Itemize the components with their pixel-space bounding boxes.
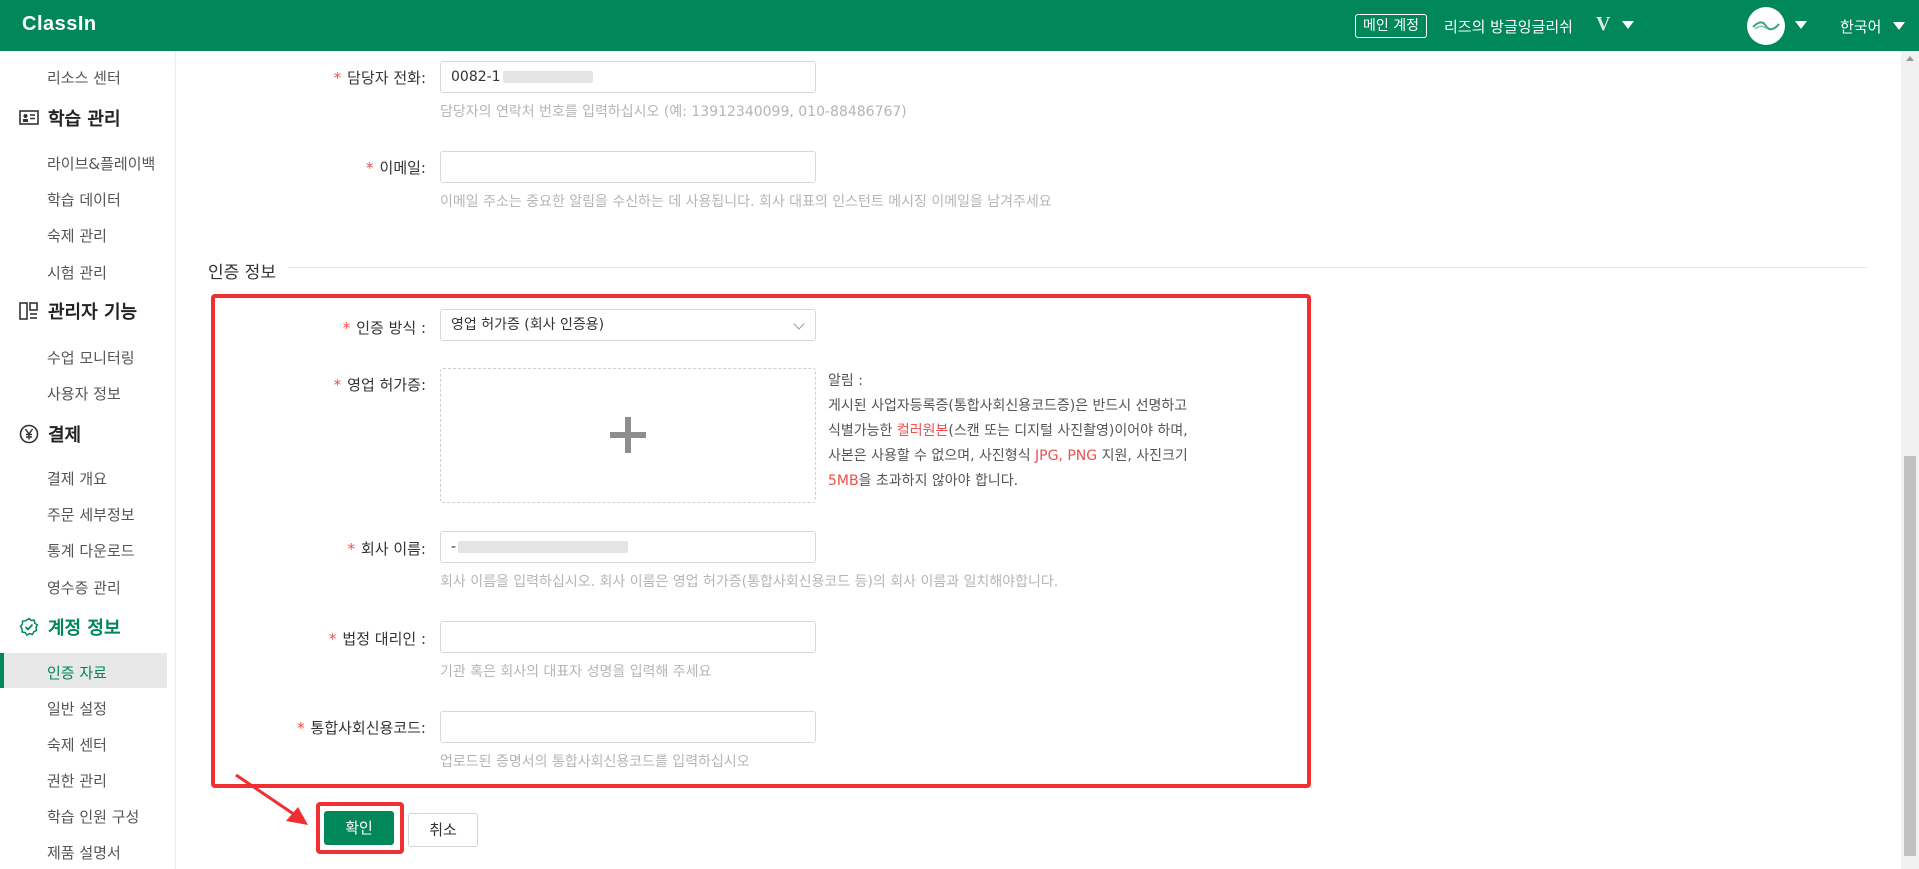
sidebar-item-learner-config[interactable]: 학습 인원 구성 — [47, 806, 139, 827]
main-account-badge: 메인 계정 — [1355, 14, 1427, 38]
section-divider — [288, 267, 1868, 268]
sidebar-item-resource-center[interactable]: 리소스 센터 — [47, 67, 121, 88]
contact-phone-input[interactable]: 0082-1 — [440, 61, 816, 93]
sidebar-item-receipts[interactable]: 영수증 관리 — [47, 577, 121, 598]
sidebar-item-permissions[interactable]: 권한 관리 — [47, 770, 107, 791]
sidebar-item-learning-data[interactable]: 학습 데이터 — [47, 189, 121, 210]
upload-notice: 알림 : 게시된 사업자등록증(통합사회신용코드증)은 반드시 선명하고 식별가… — [828, 369, 1268, 494]
sidebar-group-label: 관리자 기능 — [48, 302, 138, 323]
auth-method-label: * 인증 방식 : — [342, 319, 426, 337]
sidebar-group-label: 결제 — [48, 425, 82, 446]
license-upload-area[interactable] — [440, 368, 816, 503]
sidebar-group-admin[interactable]: 관리자 기능 — [18, 298, 137, 324]
legal-rep-label: * 법정 대리인 : — [328, 630, 426, 648]
section-title-auth-info: 인증 정보 — [208, 263, 276, 283]
sidebar-group-label: 학습 관리 — [48, 109, 121, 130]
scrollbar-thumb[interactable] — [1904, 456, 1916, 856]
sidebar-item-product-manual[interactable]: 제품 설명서 — [47, 842, 121, 863]
contact-phone-label: * 담당자 전화: — [333, 69, 426, 87]
top-bar: ClassIn 메인 계정 리즈의 방글잉글리쉬 V 한국어 — [0, 0, 1919, 51]
avatar-logo-icon — [1752, 21, 1780, 31]
sidebar-item-general-settings[interactable]: 일반 설정 — [47, 698, 107, 719]
scroll-up-icon[interactable] — [1906, 56, 1914, 61]
confirm-button[interactable]: 확인 — [324, 811, 394, 845]
vip-level-icon: V — [1596, 13, 1611, 35]
notice-line: 5MB을 초과하지 않아야 합니다. — [828, 473, 1019, 489]
company-name-input[interactable]: - — [440, 531, 816, 563]
avatar[interactable] — [1747, 7, 1785, 45]
cancel-button[interactable]: 취소 — [408, 813, 478, 847]
legal-rep-input[interactable] — [440, 621, 816, 653]
redacted-value — [458, 541, 629, 553]
sidebar-item-order-details[interactable]: 주문 세부정보 — [47, 504, 135, 525]
language-selector[interactable]: 한국어 — [1840, 16, 1881, 37]
sidebar-group-payment[interactable]: 결제 — [18, 421, 81, 447]
classroom-icon — [18, 107, 40, 129]
email-label: * 이메일: — [366, 159, 426, 177]
main-content: * 담당자 전화: 0082-1 담당자의 연락처 번호를 입력하십시오 (예: … — [176, 51, 1901, 869]
sidebar: 리소스 센터 학습 관리 라이브&플레이백 학습 데이터 숙제 관리 시험 관리… — [0, 51, 176, 869]
notice-line: 식별가능한 컬러원본(스캔 또는 디지털 사진촬영)이어야 하며, — [828, 423, 1188, 439]
company-name-label: * 회사 이름: — [347, 540, 426, 558]
plus-icon-vertical — [625, 417, 631, 453]
notice-line: 게시된 사업자등록증(통합사회신용코드증)은 반드시 선명하고 — [828, 398, 1188, 414]
yen-icon — [18, 423, 40, 445]
credit-code-hint: 업로드된 증명서의 통합사회신용코드를 입력하십시오 — [440, 754, 750, 770]
sidebar-item-homework-center[interactable]: 숙제 센터 — [47, 734, 107, 755]
chevron-down-icon — [793, 318, 805, 330]
sidebar-item-user-info[interactable]: 사용자 정보 — [47, 383, 121, 404]
language-dropdown-icon[interactable] — [1893, 22, 1905, 30]
account-name[interactable]: 리즈의 방글잉글리쉬 — [1444, 16, 1573, 37]
sidebar-item-exam[interactable]: 시험 관리 — [47, 262, 107, 283]
notice-line: 사본은 사용할 수 없으며, 사진형식 JPG, PNG 지원, 사진크기 — [828, 448, 1188, 464]
pointer-arrow-icon — [235, 773, 308, 825]
notice-title: 알림 : — [828, 373, 863, 389]
contact-phone-hint: 담당자의 연락처 번호를 입력하십시오 (예: 13912340099, 010… — [440, 104, 907, 120]
email-hint: 이메일 주소는 중요한 알림을 수신하는 데 사용됩니다. 회사 대표의 인스턴… — [440, 194, 1052, 210]
legal-rep-hint: 기관 혹은 회사의 대표자 성명을 입력해 주세요 — [440, 664, 712, 680]
business-license-label: * 영업 허가증: — [333, 376, 426, 394]
user-menu-dropdown-icon[interactable] — [1795, 21, 1807, 29]
email-input[interactable] — [440, 151, 816, 183]
sidebar-item-stats-download[interactable]: 통계 다운로드 — [47, 540, 135, 561]
credit-code-input[interactable] — [440, 711, 816, 743]
redacted-value — [502, 71, 593, 83]
sidebar-group-label: 계정 정보 — [48, 618, 121, 639]
sidebar-item-class-monitoring[interactable]: 수업 모니터링 — [47, 347, 135, 368]
classin-logo[interactable]: ClassIn — [22, 13, 97, 36]
admin-tools-icon — [18, 300, 40, 322]
credit-code-label: * 통합사회신용코드: — [297, 719, 426, 737]
sidebar-item-payment-overview[interactable]: 결제 개요 — [47, 468, 107, 489]
account-dropdown-icon[interactable] — [1622, 21, 1634, 29]
sidebar-group-account[interactable]: 계정 정보 — [18, 614, 121, 640]
sidebar-item-homework[interactable]: 숙제 관리 — [47, 225, 107, 246]
sidebar-group-learning[interactable]: 학습 관리 — [18, 105, 121, 131]
sidebar-item-certification[interactable]: 인증 자료 — [47, 662, 107, 683]
company-name-hint: 회사 이름을 입력하십시오. 회사 이름은 영업 허가증(통합사회신용코드 등)… — [440, 574, 1059, 590]
sidebar-item-live-playback[interactable]: 라이브&플레이백 — [47, 153, 155, 174]
account-shield-icon — [18, 616, 40, 638]
auth-method-select[interactable]: 영업 허가증 (회사 인증용) — [440, 309, 816, 341]
